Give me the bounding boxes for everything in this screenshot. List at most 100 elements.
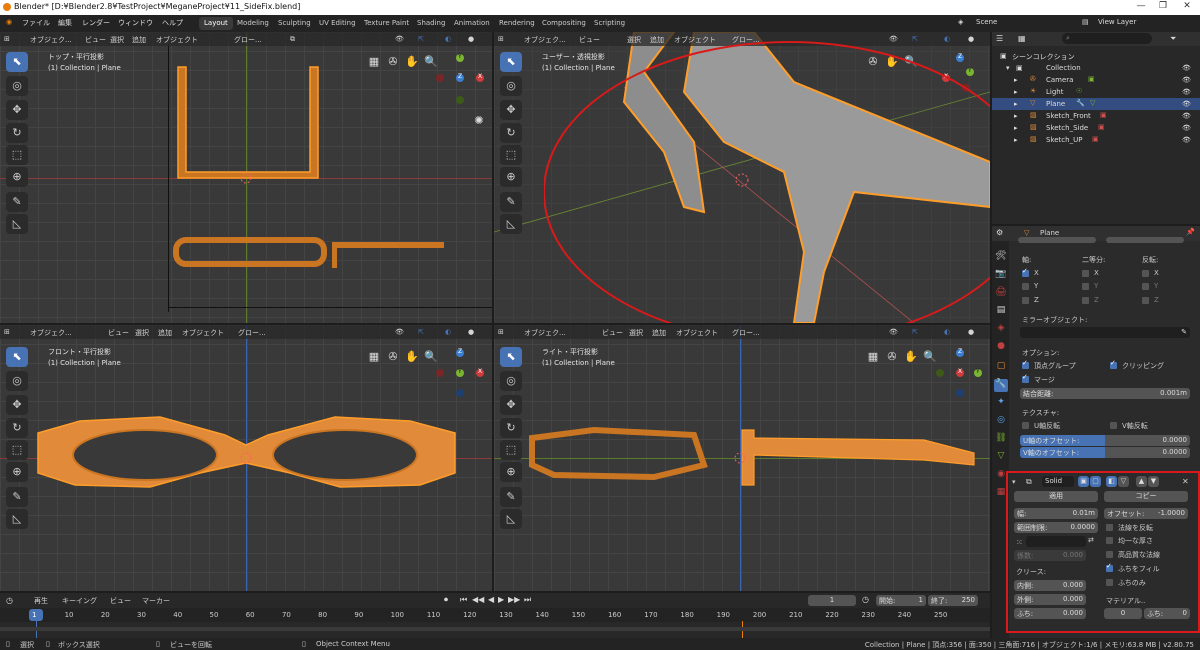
menu-playback[interactable]: 再生 — [34, 596, 48, 606]
shading-solid-icon[interactable]: ● — [468, 35, 474, 43]
tab-layout[interactable]: Layout — [199, 17, 233, 30]
outliner-item-sketch-side[interactable]: ▸ ▨ Sketch_Side ▣ 👁 — [992, 122, 1200, 134]
grid-icon[interactable]: ▦ — [866, 350, 880, 364]
menu-select[interactable]: 選択 — [629, 328, 643, 338]
scale-tool-icon[interactable]: ⬚ — [6, 440, 28, 460]
tab-shading[interactable]: Shading — [412, 17, 450, 30]
menu-file[interactable]: ファイル — [22, 18, 50, 28]
expand-arrow-icon[interactable]: ▸ — [1014, 100, 1018, 108]
cursor-tool-icon[interactable]: ◎ — [6, 76, 28, 96]
zoom-icon[interactable]: 🔍 — [424, 350, 438, 364]
crease-outer-field[interactable]: 外側: 0.000 — [1014, 594, 1086, 605]
transform-tool-icon[interactable]: ⊕ — [500, 462, 522, 482]
rotate-tool-icon[interactable]: ↻ — [6, 123, 28, 143]
rotate-tool-icon[interactable]: ↻ — [500, 418, 522, 438]
axis-z-checkbox[interactable] — [1022, 297, 1029, 304]
menu-view[interactable]: ビュー — [110, 596, 131, 606]
tab-texture-paint[interactable]: Texture Paint — [359, 17, 414, 30]
flip-y-checkbox[interactable] — [1142, 283, 1149, 290]
clock-icon[interactable]: ◷ — [862, 595, 869, 604]
gizmo-neg-x-icon[interactable] — [436, 369, 444, 377]
flip-z-checkbox[interactable] — [1142, 297, 1149, 304]
tool-tab-icon[interactable]: 🛠 — [994, 251, 1008, 264]
material-offset-field[interactable]: 0 — [1104, 608, 1142, 619]
viewlayer-selector[interactable]: View Layer — [1098, 18, 1136, 26]
expand-arrow-icon[interactable]: ▸ — [1014, 76, 1018, 84]
zoom-icon[interactable]: 🔍 — [424, 55, 438, 69]
offset-field[interactable]: オフセット: -1.0000 — [1104, 508, 1188, 519]
pin-icon[interactable]: 📌 — [1186, 228, 1195, 236]
select-tool-icon[interactable]: ⬉ — [500, 347, 522, 367]
tab-sculpting[interactable]: Sculpting — [273, 17, 316, 30]
move-tool-icon[interactable]: ✥ — [500, 395, 522, 415]
next-key-icon[interactable]: ▶▶ — [508, 595, 520, 604]
fill-rim-checkbox[interactable] — [1106, 562, 1113, 572]
record-icon[interactable]: ⏺ — [444, 595, 448, 605]
properties-editor-icon[interactable]: ⚙ — [996, 228, 1003, 237]
factor-field[interactable]: 係数: 0.000 — [1014, 550, 1086, 561]
outliner-item-sketch-front[interactable]: ▸ ▨ Sketch_Front ▣ 👁 — [992, 110, 1200, 122]
gizmo-neg-z-icon[interactable] — [956, 389, 964, 397]
gizmo-neg-y-icon[interactable] — [456, 96, 464, 104]
v-flip-checkbox[interactable] — [1110, 422, 1117, 429]
expand-arrow-icon[interactable]: ▾ — [1006, 64, 1010, 72]
menu-view[interactable]: ビュー — [108, 328, 129, 338]
viewport-user[interactable]: ⊞ オブジェク... ビュー 選択 追加 オブジェクト グロー... 👁 ⇱ ◐… — [494, 32, 990, 323]
gizmo-toggle-icon[interactable]: ⇱ — [912, 328, 918, 336]
snap-icon[interactable]: ⧉ — [290, 35, 295, 44]
expand-arrow-icon[interactable]: ▸ — [1014, 88, 1018, 96]
flip-normals-checkbox[interactable] — [1106, 524, 1113, 531]
tab-uv-editing[interactable]: UV Editing — [314, 17, 361, 30]
annotate-tool-icon[interactable]: ✎ — [500, 487, 522, 507]
camera-view-icon[interactable]: ✇ — [386, 55, 400, 69]
outliner-item-light[interactable]: ▸ ☀ Light ☉ 👁 — [992, 86, 1200, 98]
vertex-groups-checkbox[interactable] — [1022, 359, 1029, 369]
remove-modifier-icon[interactable]: ✕ — [1182, 477, 1189, 486]
menu-select[interactable]: 選択 — [110, 35, 124, 45]
collapse-arrow-icon[interactable]: ▾ — [1012, 478, 1016, 486]
viewport-right[interactable]: ⊞ オブジェク... ビュー 選択 追加 オブジェクト グロー... 👁 ⇱ ◐… — [494, 325, 990, 591]
tab-modeling[interactable]: Modeling — [232, 17, 274, 30]
measure-tool-icon[interactable]: ◺ — [6, 509, 28, 529]
crease-inner-field[interactable]: 内側: 0.000 — [1014, 580, 1086, 591]
prev-key-icon[interactable]: ◀◀ — [472, 595, 484, 604]
object-tab-icon[interactable]: ▢ — [994, 361, 1008, 374]
play-reverse-icon[interactable]: ◀ — [488, 595, 494, 604]
u-offset-field[interactable]: U軸のオフセット: 0.0000 — [1020, 435, 1190, 446]
viewport-front[interactable]: ⊞ オブジェク... ビュー 選択 追加 オブジェクト グロー... 👁 ⇱ ◐… — [0, 325, 492, 591]
physics-tab-icon[interactable]: ◎ — [994, 415, 1008, 428]
grid-icon[interactable]: ▦ — [367, 55, 381, 69]
eye-icon[interactable]: 👁 — [1182, 124, 1191, 132]
high-quality-normals-checkbox[interactable] — [1106, 551, 1113, 558]
expand-arrow-icon[interactable]: ▸ — [1014, 112, 1018, 120]
overlay-toggle-icon[interactable]: ◐ — [445, 35, 451, 43]
orientation-selector[interactable]: グロー... — [238, 328, 266, 338]
mode-selector[interactable]: オブジェク... — [524, 328, 566, 338]
filter-icon[interactable]: ⏷ — [1170, 34, 1176, 44]
eye-icon[interactable]: 👁 — [1182, 100, 1191, 108]
orientation-selector[interactable]: グロー... — [732, 328, 760, 338]
expand-arrow-icon[interactable]: ▸ — [1014, 124, 1018, 132]
scene-selector[interactable]: Scene — [976, 18, 997, 26]
data-tab-icon[interactable]: ▽ — [994, 451, 1008, 464]
rotate-tool-icon[interactable]: ↻ — [500, 123, 522, 143]
annotate-tool-icon[interactable]: ✎ — [500, 192, 522, 212]
menu-marker[interactable]: マーカー — [142, 596, 170, 606]
crease-rim-field[interactable]: ふち: 0.000 — [1014, 608, 1086, 619]
menu-add[interactable]: 追加 — [132, 35, 146, 45]
current-frame-field[interactable]: 1 — [808, 595, 856, 606]
bisect-z-checkbox[interactable] — [1082, 297, 1089, 304]
mode-selector[interactable]: オブジェク... — [30, 35, 72, 45]
scene-tab-icon[interactable]: ◈ — [994, 323, 1008, 336]
even-thickness-checkbox[interactable] — [1106, 537, 1113, 544]
shading-solid-icon[interactable]: ● — [968, 328, 974, 336]
tab-scripting[interactable]: Scripting — [589, 17, 630, 30]
gizmo-toggle-icon[interactable]: ⇱ — [418, 328, 424, 336]
eyedropper-icon[interactable]: ✎ — [1181, 328, 1187, 336]
maximize-button[interactable]: ❐ — [1152, 1, 1174, 11]
editor-type-icon[interactable]: ⊞ — [4, 35, 10, 43]
v-offset-field[interactable]: V軸のオフセット: 0.0000 — [1020, 447, 1190, 458]
menu-view[interactable]: ビュー — [85, 35, 106, 45]
particles-tab-icon[interactable]: ✦ — [994, 397, 1008, 410]
scale-tool-icon[interactable]: ⬚ — [500, 440, 522, 460]
